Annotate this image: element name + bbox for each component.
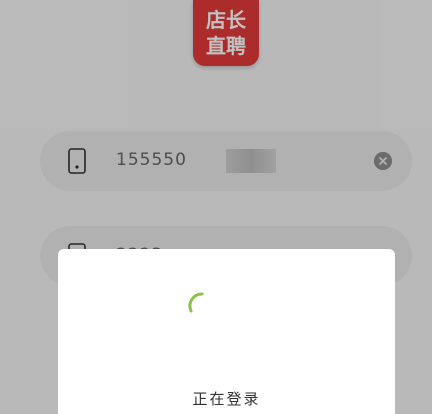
loading-spinner bbox=[188, 292, 204, 313]
loading-dialog: 正在登录 bbox=[58, 249, 395, 414]
loading-message: 正在登录 bbox=[192, 390, 261, 408]
